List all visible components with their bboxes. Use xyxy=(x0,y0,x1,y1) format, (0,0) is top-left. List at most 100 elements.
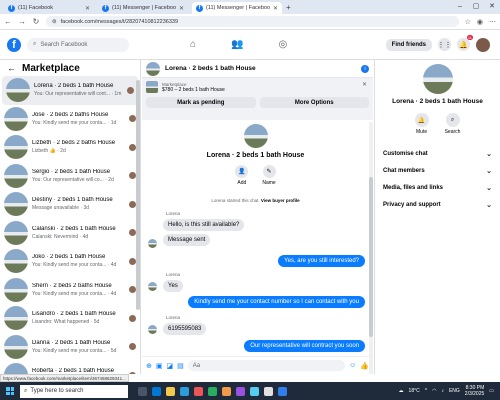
conversation-item[interactable]: Destiny · 2 beds 1 bath House Message una… xyxy=(0,190,140,219)
friends-icon[interactable]: 👥 xyxy=(231,39,243,50)
sender-avatar[interactable] xyxy=(148,282,157,291)
home-icon[interactable]: ⌂ xyxy=(190,39,196,50)
url-field[interactable]: ⊜ facebook.com/messages/t/282074108122363… xyxy=(46,16,459,27)
weather-temp[interactable]: 18°C xyxy=(409,388,420,394)
new-tab-icon[interactable]: + xyxy=(286,3,291,14)
sender-avatar[interactable] xyxy=(148,325,157,334)
task-view-icon[interactable] xyxy=(138,386,147,396)
app-icon[interactable] xyxy=(236,386,245,396)
browser-tab[interactable]: f (11) Facebook ✕ xyxy=(4,2,94,14)
search-input[interactable]: ⌕ Search Facebook xyxy=(27,37,129,52)
mute-action[interactable]: 🔔 Mute xyxy=(414,113,429,135)
clock[interactable]: 8:30 PM 2/3/2025 xyxy=(465,385,484,397)
listing-thumbnail[interactable] xyxy=(146,81,158,93)
conversation-item[interactable]: Roberta · 2 beds 1 bath HouseYou: ok · 5… xyxy=(0,361,140,374)
section-customise-chat[interactable]: Customise chat ⌄ xyxy=(375,145,500,162)
message-bubble-incoming[interactable]: Yes xyxy=(163,280,183,292)
back-arrow-icon[interactable]: ← xyxy=(7,63,16,73)
conversation-item[interactable]: Calanski · 2 beds 1 bath House Calanski: … xyxy=(0,219,140,248)
sender-avatar[interactable] xyxy=(148,239,157,248)
message-bubble-incoming[interactable]: Hello, is this still available? xyxy=(163,219,245,231)
profile-image[interactable] xyxy=(243,124,268,148)
find-friends-button[interactable]: Find friends xyxy=(385,38,432,51)
plus-icon[interactable]: ⊕ xyxy=(146,362,152,370)
groups-icon[interactable]: ◎ xyxy=(279,39,288,50)
language-indicator[interactable]: ENG xyxy=(449,388,460,394)
app-icon[interactable] xyxy=(264,386,273,396)
close-tab-icon[interactable]: ✕ xyxy=(273,5,278,12)
reload-icon[interactable]: ↻ xyxy=(32,17,40,26)
app-icon[interactable] xyxy=(222,386,231,396)
menu-grid-icon[interactable]: ⋮⋮ xyxy=(438,38,452,51)
browser-tab-active[interactable]: f (11) Messenger | Facebook ✕ xyxy=(192,2,282,14)
conversation-snippet: Lisandro: What happened · 5d xyxy=(32,319,100,326)
conversation-item[interactable]: Jose · 2 beds 2 baths House You: Kindly s… xyxy=(0,105,140,134)
message-bubble-outgoing[interactable]: Our representative will contract you soo… xyxy=(244,340,365,352)
name-action[interactable]: ✎ Name xyxy=(262,165,276,186)
info-icon[interactable]: i xyxy=(361,64,369,73)
menu-icon[interactable]: ⋯ xyxy=(489,18,496,26)
details-profile-image[interactable] xyxy=(422,64,453,94)
message-bubble-outgoing[interactable]: Kindly send me your contact number so I … xyxy=(188,296,365,308)
notification-center-icon[interactable]: ▭ xyxy=(489,388,494,394)
message-bubble-outgoing[interactable]: Yes, are you still interested? xyxy=(278,255,365,267)
search-action[interactable]: ⌕ Search xyxy=(445,113,460,135)
section-media-files-links[interactable]: Media, files and links ⌄ xyxy=(375,179,500,196)
message-bubble-incoming[interactable]: 6195595083 xyxy=(163,323,207,335)
conversation-item[interactable]: Lisandro · 2 beds 1 bath House Lisandro: … xyxy=(0,304,140,333)
more-options-button[interactable]: More Options xyxy=(259,97,369,108)
app-icon[interactable] xyxy=(278,386,287,396)
view-buyer-profile-link[interactable]: View buyer profile xyxy=(261,198,300,203)
bookmark-star-icon[interactable]: ☆ xyxy=(465,18,471,26)
profile-icon[interactable]: ◉ xyxy=(477,18,483,26)
conversation-item[interactable]: Danna · 2 beds 1 bath House You: Kindly s… xyxy=(0,333,140,362)
app-icon[interactable] xyxy=(250,386,259,396)
message-input[interactable]: Aa xyxy=(187,360,346,371)
message-bubble-incoming[interactable]: Message sent xyxy=(163,234,211,246)
conversation-item[interactable]: Shern · 2 beds 2 baths House You: Kindly … xyxy=(0,276,140,305)
store-icon[interactable] xyxy=(180,386,189,396)
file-explorer-icon[interactable] xyxy=(166,386,175,396)
maximize-icon[interactable]: ▢ xyxy=(468,2,484,10)
conversation-item[interactable]: Sergio · 2 beds 1 bath House You: Our rep… xyxy=(0,162,140,191)
taskbar-search-input[interactable]: ⌕ Type here to search xyxy=(20,384,128,398)
app-icon[interactable] xyxy=(194,386,203,396)
chat-scrollbar[interactable] xyxy=(369,122,373,374)
listing-price[interactable]: $780 – 2 beds 1 bath House xyxy=(162,87,225,93)
conversation-item[interactable]: Joko · 2 beds 1 bath House You: Kindly se… xyxy=(0,247,140,276)
section-privacy-support[interactable]: Privacy and support ⌄ xyxy=(375,196,500,213)
browser-tab[interactable]: f (11) Messenger | Facebook ✕ xyxy=(98,2,188,14)
close-tab-icon[interactable]: ✕ xyxy=(179,5,184,12)
forward-arrow-icon[interactable]: → xyxy=(18,17,26,26)
windows-start-icon[interactable] xyxy=(6,387,14,395)
volume-icon[interactable]: ♪ xyxy=(441,388,444,394)
close-window-icon[interactable]: ✕ xyxy=(484,2,500,10)
chevron-up-icon[interactable]: ^ xyxy=(425,388,427,394)
gif-icon[interactable]: ▤ xyxy=(177,362,184,370)
conversation-item[interactable]: Lorena · 2 beds 1 bath House You: Our rep… xyxy=(2,76,138,105)
site-info-icon[interactable]: ⊜ xyxy=(52,19,57,25)
minimize-icon[interactable]: – xyxy=(452,3,468,10)
image-icon[interactable]: ▣ xyxy=(156,362,163,370)
close-listing-icon[interactable]: ✕ xyxy=(362,81,367,88)
app-icon[interactable] xyxy=(208,386,217,396)
chat-title[interactable]: Lorena · 2 beds 1 bath House xyxy=(165,65,356,72)
sidebar-scrollbar[interactable] xyxy=(136,80,140,310)
weather-icon[interactable]: ☁ xyxy=(399,388,404,394)
emoji-icon[interactable]: ☺ xyxy=(349,362,356,369)
notifications-bell-icon[interactable]: 🔔 11 xyxy=(457,35,473,51)
close-tab-icon[interactable]: ✕ xyxy=(85,5,90,12)
conversation-item[interactable]: Lizbeth · 2 beds 2 baths House Lizbeth 👍 … xyxy=(0,133,140,162)
network-icon[interactable]: ◠ xyxy=(432,388,436,394)
like-thumb-icon[interactable]: 👍 xyxy=(360,362,369,370)
account-avatar[interactable] xyxy=(476,37,490,52)
back-arrow-icon[interactable]: ← xyxy=(4,17,12,26)
facebook-logo-icon[interactable]: f xyxy=(7,37,21,52)
mark-as-pending-button[interactable]: Mark as pending xyxy=(146,97,256,108)
edge-icon[interactable] xyxy=(152,386,161,396)
chat-scrollbar-thumb[interactable] xyxy=(369,177,373,337)
sticker-icon[interactable]: ◪ xyxy=(167,362,174,370)
add-action[interactable]: 👤 Add xyxy=(235,165,249,186)
section-chat-members[interactable]: Chat members ⌄ xyxy=(375,162,500,179)
chat-avatar[interactable] xyxy=(146,61,160,76)
